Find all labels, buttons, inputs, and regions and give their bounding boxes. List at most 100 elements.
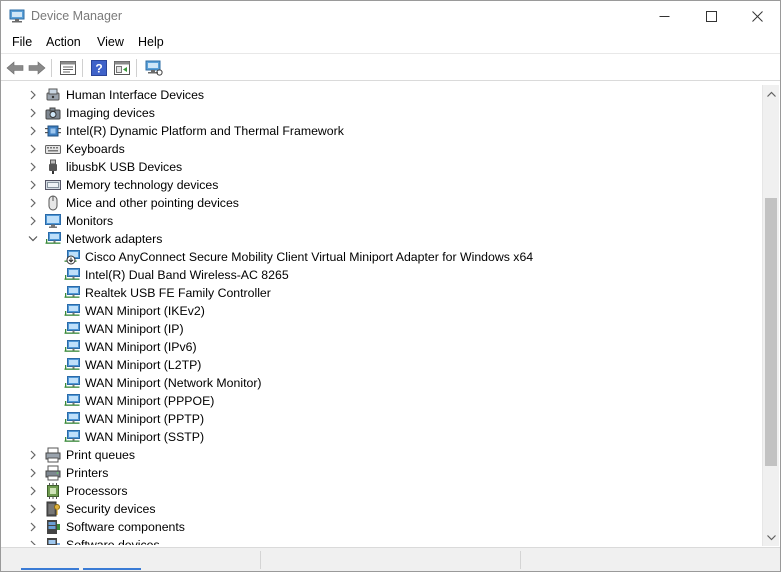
network-icon [64,267,80,283]
tree-category-node[interactable]: Imaging devices [1,104,762,122]
tree-device-node[interactable]: Cisco AnyConnect Secure Mobility Client … [1,248,762,266]
device-manager-window: Device Manager File Action View Help ? H… [0,0,781,572]
toolbar-separator [136,59,137,77]
back-icon [6,61,24,75]
status-indicator [21,568,79,570]
expand-chevron-icon[interactable] [27,196,39,210]
network-icon [64,375,80,391]
properties-icon [60,61,76,75]
status-segment [261,551,521,569]
software-device-icon [45,537,61,545]
network-disabled-icon [64,249,80,265]
tree-device-node[interactable]: WAN Miniport (SSTP) [1,428,762,446]
tree-node-label: Intel(R) Dynamic Platform and Thermal Fr… [66,124,344,138]
back-button[interactable] [5,58,25,78]
tree-category-node[interactable]: Network adapters [1,230,762,248]
hid-icon [45,87,61,103]
collapse-chevron-icon[interactable] [27,232,39,246]
tree-node-label: WAN Miniport (SSTP) [85,430,205,444]
expand-chevron-icon[interactable] [27,502,39,516]
show-hide-icon [114,61,130,75]
network-icon [64,285,80,301]
tree-device-node[interactable]: WAN Miniport (IPv6) [1,338,762,356]
maximize-button[interactable] [688,1,734,32]
expand-chevron-icon[interactable] [27,466,39,480]
expand-chevron-icon[interactable] [27,520,39,534]
software-component-icon [45,519,61,535]
scroll-up-button[interactable] [763,85,779,102]
expand-chevron-icon[interactable] [27,88,39,102]
tree-node-label: Software devices [66,538,160,545]
tree-node-label: Human Interface Devices [66,88,205,102]
tree-node-label: WAN Miniport (IKEv2) [85,304,205,318]
tree-node-label: Mice and other pointing devices [66,196,239,210]
menu-help[interactable]: Help [138,35,164,49]
minimize-button[interactable] [641,1,687,32]
tree-category-node[interactable]: Mice and other pointing devices [1,194,762,212]
tree-device-node[interactable]: WAN Miniport (PPTP) [1,410,762,428]
maximize-icon [705,11,717,22]
tree-category-node[interactable]: Print queues [1,446,762,464]
tree-category-node[interactable]: Software components [1,518,762,536]
tree-device-node[interactable]: WAN Miniport (L2TP) [1,356,762,374]
network-icon [64,357,80,373]
expand-chevron-icon[interactable] [27,124,39,138]
scroll-thumb[interactable] [765,198,777,466]
network-icon [64,321,80,337]
tree-node-label: Monitors [66,214,114,228]
forward-button[interactable] [27,58,47,78]
menu-file[interactable]: File [12,35,32,49]
expand-chevron-icon[interactable] [27,484,39,498]
expand-chevron-icon[interactable] [27,178,39,192]
chip-icon [45,123,61,139]
tree-node-label: Printers [66,466,109,480]
close-button[interactable] [734,1,780,32]
help-button[interactable]: ? [89,58,109,78]
tree-category-node[interactable]: Human Interface Devices [1,86,762,104]
expand-chevron-icon[interactable] [27,142,39,156]
show-hide-button[interactable] [112,58,132,78]
tree-category-node[interactable]: Keyboards [1,140,762,158]
menu-action[interactable]: Action [46,35,81,49]
tree-node-label: libusbK USB Devices [66,160,183,174]
monitor-icon [45,213,61,229]
tree-device-node[interactable]: WAN Miniport (IP) [1,320,762,338]
properties-button[interactable] [58,58,78,78]
tree-category-node[interactable]: Intel(R) Dynamic Platform and Thermal Fr… [1,122,762,140]
tree-node-label: Cisco AnyConnect Secure Mobility Client … [85,250,534,264]
forward-icon [28,61,46,75]
expand-chevron-icon[interactable] [27,160,39,174]
security-icon [45,501,61,517]
tree-category-node[interactable]: Monitors [1,212,762,230]
tree-device-node[interactable]: WAN Miniport (PPPOE) [1,392,762,410]
title-bar[interactable]: Device Manager [1,1,780,32]
processor-icon [45,483,61,499]
tree-device-node[interactable]: Realtek USB FE Family Controller [1,284,762,302]
vertical-scrollbar[interactable] [762,85,779,546]
tree-category-node[interactable]: Security devices [1,500,762,518]
scroll-down-button[interactable] [763,529,779,546]
tree-node-label: Print queues [66,448,136,462]
tree-device-node[interactable]: WAN Miniport (IKEv2) [1,302,762,320]
tree-category-node[interactable]: Printers [1,464,762,482]
network-icon [64,303,80,319]
camera-icon [45,105,61,121]
tree-node-label: WAN Miniport (PPPOE) [85,394,215,408]
tree-category-node[interactable]: libusbK USB Devices [1,158,762,176]
tree-device-node[interactable]: WAN Miniport (Network Monitor) [1,374,762,392]
scan-hardware-button[interactable] [144,58,164,78]
tree-category-node[interactable]: Software devices [1,536,762,545]
tree-node-label: Software components [66,520,185,534]
help-icon: ? [91,60,107,76]
network-icon [45,231,61,247]
minimize-icon [659,16,669,17]
expand-chevron-icon[interactable] [27,214,39,228]
tree-device-node[interactable]: Intel(R) Dual Band Wireless-AC 8265 [1,266,762,284]
tree-node-label: WAN Miniport (Network Monitor) [85,376,262,390]
expand-chevron-icon[interactable] [27,106,39,120]
expand-chevron-icon[interactable] [27,448,39,462]
tree-category-node[interactable]: Processors [1,482,762,500]
menu-view[interactable]: View [97,35,124,49]
expand-chevron-icon[interactable] [27,538,39,545]
tree-category-node[interactable]: Memory technology devices [1,176,762,194]
